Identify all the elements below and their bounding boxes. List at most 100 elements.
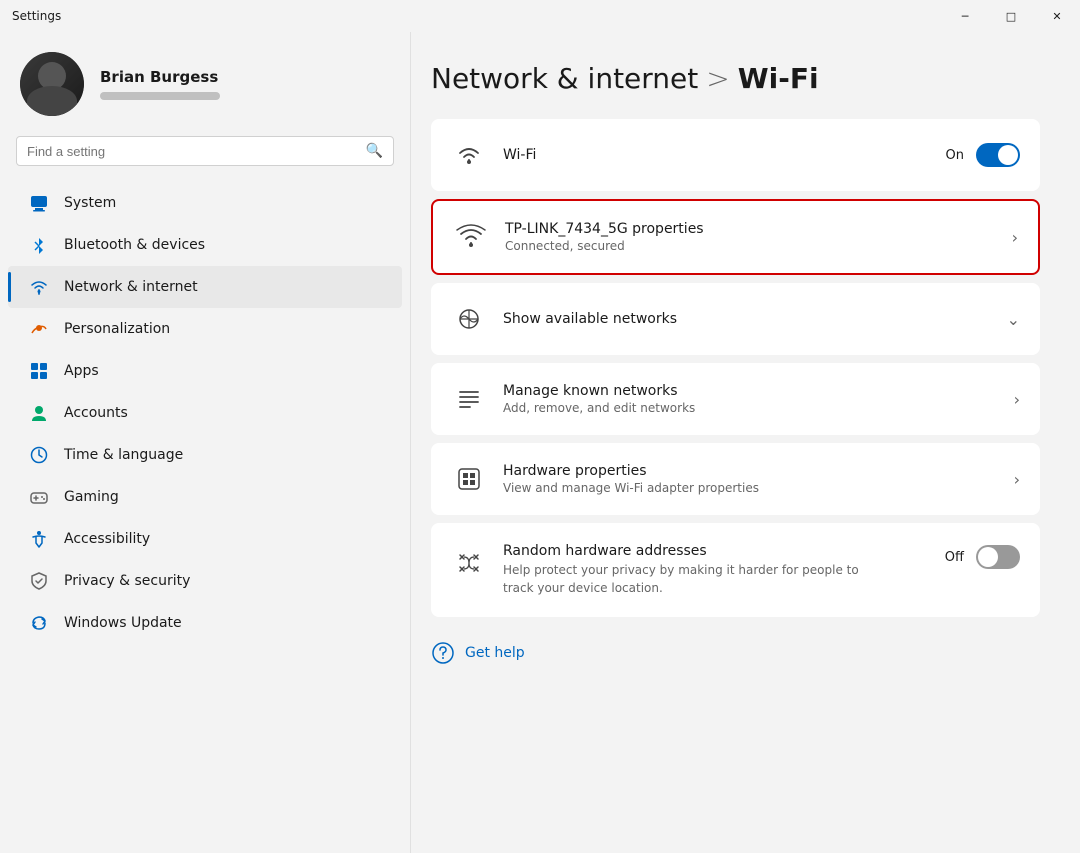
tp-link-row[interactable]: TP-LINK_7434_5G properties Connected, se… (433, 201, 1038, 273)
sidebar-item-bluetooth-label: Bluetooth & devices (64, 237, 205, 253)
network-icon (28, 276, 50, 298)
show-networks-icon (451, 301, 487, 337)
tp-link-card[interactable]: TP-LINK_7434_5G properties Connected, se… (431, 199, 1040, 275)
sidebar-item-system[interactable]: System (8, 182, 402, 224)
get-help-section[interactable]: Get help (431, 625, 1040, 681)
maximize-button[interactable]: □ (988, 0, 1034, 32)
sidebar-item-accounts[interactable]: Accounts (8, 392, 402, 434)
wifi-toggle[interactable] (976, 143, 1020, 167)
breadcrumb-current: Wi-Fi (738, 62, 819, 95)
wifi-card: Wi-Fi On (431, 119, 1040, 191)
random-hw-card: Random hardware addresses Help protect y… (431, 523, 1040, 617)
accounts-icon (28, 402, 50, 424)
sidebar: Brian Burgess 🔍 (0, 32, 410, 853)
close-button[interactable]: ✕ (1034, 0, 1080, 32)
manage-networks-row[interactable]: Manage known networks Add, remove, and e… (431, 363, 1040, 435)
random-hw-toggle[interactable] (976, 545, 1020, 569)
search-icon[interactable]: 🔍 (366, 143, 383, 159)
sidebar-item-accounts-label: Accounts (64, 405, 128, 421)
sidebar-item-time-label: Time & language (64, 447, 183, 463)
manage-networks-icon (451, 381, 487, 417)
tp-link-chevron: › (1012, 228, 1018, 247)
user-subtitle-bar (100, 92, 220, 100)
random-hw-icon (451, 545, 487, 581)
show-networks-card: Show available networks ⌄ (431, 283, 1040, 355)
breadcrumb: Network & internet > Wi-Fi (431, 62, 1040, 95)
sidebar-item-apps[interactable]: Apps (8, 350, 402, 392)
show-networks-chevron-icon: ⌄ (1007, 310, 1020, 329)
apps-icon (28, 360, 50, 382)
titlebar: Settings ─ □ ✕ (0, 0, 1080, 32)
hardware-row[interactable]: Hardware properties View and manage Wi-F… (431, 443, 1040, 515)
personalization-icon (28, 318, 50, 340)
manage-networks-subtitle: Add, remove, and edit networks (503, 401, 998, 415)
sidebar-item-privacy[interactable]: Privacy & security (8, 560, 402, 602)
wifi-title: Wi-Fi (503, 147, 930, 163)
random-hw-subtitle: Help protect your privacy by making it h… (503, 561, 883, 597)
random-hw-controls: Off (945, 545, 1020, 569)
breadcrumb-parent: Network & internet (431, 62, 698, 95)
user-info: Brian Burgess (100, 68, 220, 100)
search-input[interactable] (27, 144, 358, 159)
sidebar-item-network[interactable]: Network & internet (8, 266, 402, 308)
privacy-icon (28, 570, 50, 592)
manage-networks-title: Manage known networks (503, 383, 998, 399)
wifi-text: Wi-Fi (503, 147, 930, 163)
avatar-image (20, 52, 84, 116)
hardware-text: Hardware properties View and manage Wi-F… (503, 463, 998, 495)
hardware-title: Hardware properties (503, 463, 998, 479)
sidebar-item-accessibility[interactable]: Accessibility (8, 518, 402, 560)
avatar (20, 52, 84, 116)
random-hw-text: Random hardware addresses Help protect y… (503, 543, 929, 597)
wifi-toggle-knob (998, 145, 1018, 165)
show-networks-text: Show available networks (503, 311, 991, 327)
random-hw-state-label: Off (945, 550, 964, 565)
search-box[interactable]: 🔍 (16, 136, 394, 166)
main-content: Network & internet > Wi-Fi (411, 32, 1080, 853)
hardware-card: Hardware properties View and manage Wi-F… (431, 443, 1040, 515)
sidebar-item-personalization[interactable]: Personalization (8, 308, 402, 350)
sidebar-item-accessibility-label: Accessibility (64, 531, 150, 547)
bluetooth-icon (28, 234, 50, 256)
system-icon (28, 192, 50, 214)
get-help-label: Get help (465, 645, 525, 661)
tp-link-subtitle: Connected, secured (505, 239, 996, 253)
sidebar-item-gaming-label: Gaming (64, 489, 119, 505)
update-icon (28, 612, 50, 634)
get-help-icon (431, 641, 455, 665)
tp-link-text: TP-LINK_7434_5G properties Connected, se… (505, 221, 996, 253)
hardware-chevron: › (1014, 470, 1020, 489)
manage-networks-chevron-icon: › (1014, 390, 1020, 409)
sidebar-item-system-label: System (64, 195, 116, 211)
sidebar-item-update-label: Windows Update (64, 615, 182, 631)
sidebar-item-time[interactable]: Time & language (8, 434, 402, 476)
show-networks-chevron: ⌄ (1007, 310, 1020, 329)
time-icon (28, 444, 50, 466)
gaming-icon (28, 486, 50, 508)
random-hw-toggle-knob (978, 547, 998, 567)
wifi-controls: On (946, 143, 1020, 167)
random-hw-title: Random hardware addresses (503, 543, 929, 559)
sidebar-item-bluetooth[interactable]: Bluetooth & devices (8, 224, 402, 266)
window-controls: ─ □ ✕ (942, 0, 1080, 32)
user-section: Brian Burgess (0, 32, 410, 136)
hardware-subtitle: View and manage Wi-Fi adapter properties (503, 481, 998, 495)
sidebar-item-gaming[interactable]: Gaming (8, 476, 402, 518)
manage-networks-card: Manage known networks Add, remove, and e… (431, 363, 1040, 435)
hardware-chevron-icon: › (1014, 470, 1020, 489)
wifi-row[interactable]: Wi-Fi On (431, 119, 1040, 191)
sidebar-item-network-label: Network & internet (64, 279, 198, 295)
sidebar-item-update[interactable]: Windows Update (8, 602, 402, 644)
wifi-state-label: On (946, 148, 964, 163)
accessibility-icon (28, 528, 50, 550)
tp-link-wifi-icon (453, 219, 489, 255)
minimize-button[interactable]: ─ (942, 0, 988, 32)
app-window: Settings ─ □ ✕ Brian Burgess 🔍 (0, 0, 1080, 853)
show-networks-row[interactable]: Show available networks ⌄ (431, 283, 1040, 355)
user-name: Brian Burgess (100, 68, 220, 86)
show-networks-title: Show available networks (503, 311, 991, 327)
content-area: Brian Burgess 🔍 (0, 32, 1080, 853)
manage-networks-chevron: › (1014, 390, 1020, 409)
sidebar-nav: System Bluetooth & devices (0, 182, 410, 644)
tp-link-chevron-icon: › (1012, 228, 1018, 247)
